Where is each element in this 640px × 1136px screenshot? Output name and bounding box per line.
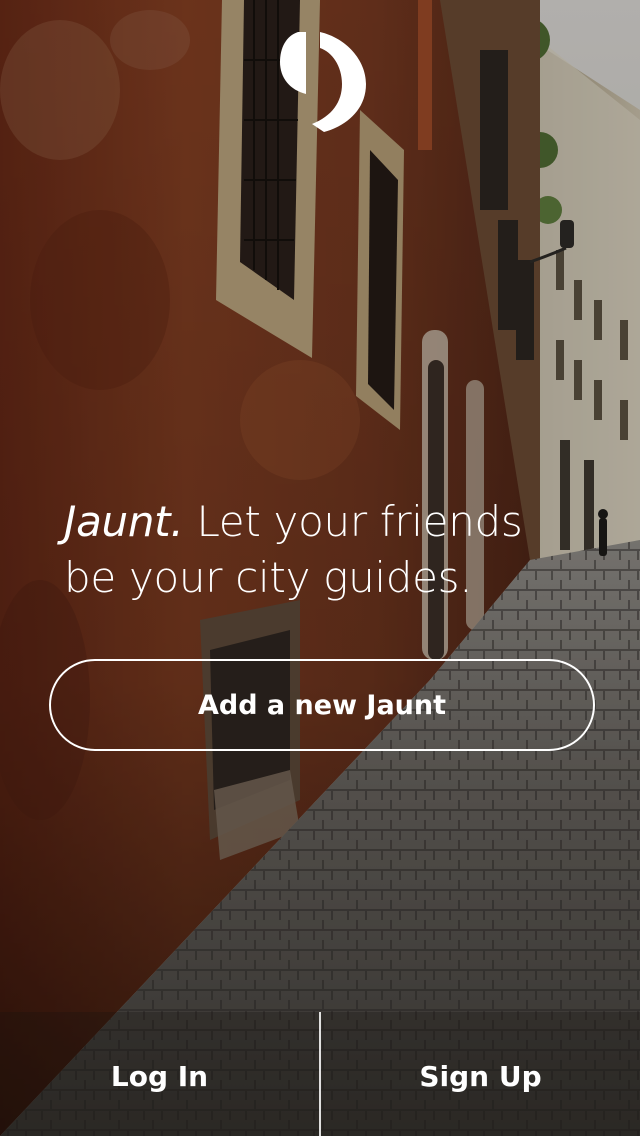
sign-up-label: Sign Up <box>419 1059 542 1093</box>
tagline-brand: Jaunt. <box>64 497 184 546</box>
tagline: Jaunt. Let your friends be your city gui… <box>64 494 584 606</box>
log-in-label: Log In <box>110 1059 209 1093</box>
auth-bar: Log In Sign Up <box>0 1012 640 1136</box>
jaunt-logo-icon <box>280 32 366 132</box>
add-new-jaunt-label: Add a new Jaunt <box>197 689 447 721</box>
sign-up-button[interactable]: Sign Up <box>321 1012 640 1136</box>
add-new-jaunt-button[interactable]: Add a new Jaunt <box>49 659 595 751</box>
welcome-screen: Jaunt. Let your friends be your city gui… <box>0 0 640 1136</box>
log-in-button[interactable]: Log In <box>0 1012 319 1136</box>
